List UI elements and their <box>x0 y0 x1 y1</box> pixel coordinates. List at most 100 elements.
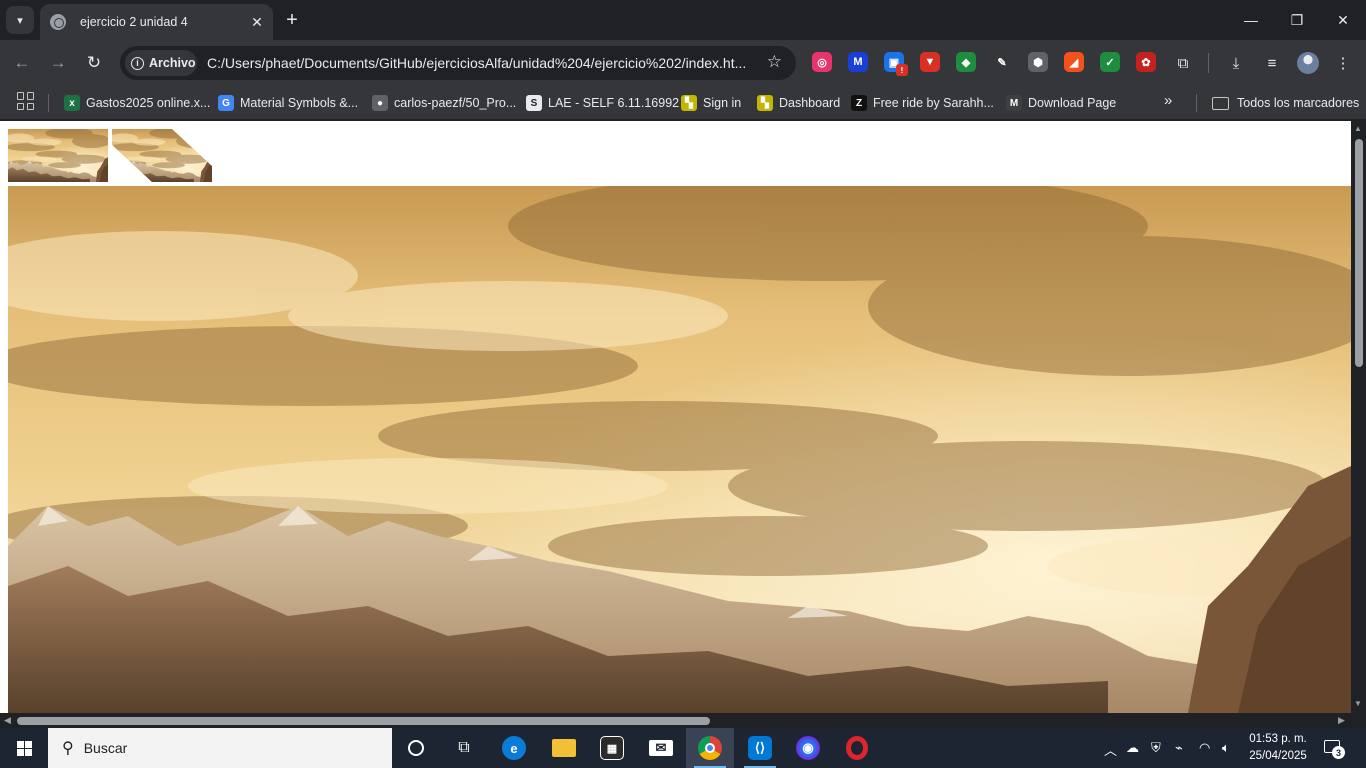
windows-taskbar: ⚲ Buscar ⧉ e ▦ ✉ ⟨⟩ ◉ ︿ ☁ ⛨ ⌁ ◠ 🔈︎ 01:53… <box>0 728 1366 768</box>
page-content <box>0 121 1351 713</box>
vertical-scrollbar[interactable]: ▲ ▼ <box>1351 121 1366 713</box>
extension-10-glyph: ✿ <box>1141 56 1151 69</box>
bookmark-download-page-favicon: M <box>1006 95 1022 111</box>
extension-8-icon[interactable]: ◢ <box>1064 52 1084 72</box>
extension-4-icon[interactable]: ▼ <box>920 52 940 72</box>
profile-avatar[interactable] <box>1297 52 1319 74</box>
opera-app[interactable] <box>833 728 881 768</box>
bookmark-dashboard-favicon: ▚ <box>757 95 773 111</box>
download-icon[interactable]: ⤓ <box>1224 51 1248 75</box>
chrome-icon <box>698 736 722 760</box>
extension-5-glyph: ◆ <box>961 56 971 69</box>
extensions-puzzle-icon[interactable]: ⧉ <box>1171 51 1195 75</box>
windows-logo-icon <box>16 740 32 756</box>
bookmarks-overflow-button[interactable]: » <box>1164 92 1172 109</box>
taskbar-search-placeholder: Buscar <box>83 740 128 756</box>
scroll-up-icon[interactable]: ▲ <box>1354 124 1362 133</box>
address-bar[interactable]: i Archivo C:/Users/phaet/Documents/GitHu… <box>120 46 796 80</box>
bookmark-github-favicon: ● <box>372 95 388 111</box>
wifi-icon[interactable]: ◠ <box>1199 740 1210 756</box>
menu-kebab-icon[interactable]: ⋮ <box>1331 51 1355 75</box>
extension-5-icon[interactable]: ◆ <box>956 52 976 72</box>
extension-2-glyph: M <box>853 56 863 68</box>
bookmark-github[interactable]: ● carlos-paezf/50_Pro... <box>372 93 516 113</box>
toolbar-divider <box>1208 53 1209 73</box>
site-info-chip[interactable]: i Archivo <box>125 50 197 76</box>
extension-9-icon[interactable]: ✓ <box>1100 52 1120 72</box>
extension-6-glyph: ✎ <box>997 56 1007 69</box>
edge-app[interactable]: e <box>490 728 538 768</box>
volume-icon[interactable]: 🔈︎ <box>1222 740 1230 756</box>
extension-2-icon[interactable]: M <box>848 52 868 72</box>
extension-10-icon[interactable]: ✿ <box>1136 52 1156 72</box>
mountain-sunset-image <box>8 186 1351 713</box>
taskbar-search-box[interactable]: ⚲ Buscar <box>48 728 392 768</box>
start-button[interactable] <box>0 728 48 768</box>
bookmark-material-symbols[interactable]: G Material Symbols &... <box>218 93 358 113</box>
globe-icon <box>50 14 66 30</box>
bookmark-sign-in[interactable]: ▚ Sign in <box>681 93 741 113</box>
battery-plug-icon[interactable]: ⌁ <box>1175 740 1183 756</box>
microsoft-store-app[interactable]: ▦ <box>588 728 636 768</box>
bookmark-label: LAE - SELF 6.11.16992 <box>548 96 680 110</box>
forward-button[interactable]: → <box>44 49 72 77</box>
new-tab-button[interactable]: + <box>280 8 304 32</box>
reload-icon: ↻ <box>86 53 102 72</box>
url-text[interactable]: C:/Users/phaet/Documents/GitHub/ejercici… <box>207 55 753 71</box>
apps-grid-icon[interactable] <box>17 92 35 110</box>
back-button[interactable]: ← <box>8 49 36 77</box>
extension-7-icon[interactable]: ⬢ <box>1028 52 1048 72</box>
bookmark-gastos-favicon: x <box>64 95 80 111</box>
all-bookmarks-folder[interactable]: Todos los marcadores <box>1212 93 1359 113</box>
scroll-down-icon[interactable]: ▼ <box>1354 699 1362 708</box>
bookmark-free-ride[interactable]: Z Free ride by Sarahh... <box>851 93 994 113</box>
bookmark-label: Dashboard <box>779 96 841 110</box>
restore-button[interactable]: ❐ <box>1274 0 1320 40</box>
close-window-button[interactable]: ✕ <box>1320 0 1366 40</box>
bookmark-label: carlos-paezf/50_Pro... <box>394 96 517 110</box>
scroll-right-icon[interactable]: ▶ <box>1338 715 1345 726</box>
reload-button[interactable]: ↻ <box>80 49 108 77</box>
bookmark-lae-favicon: S <box>526 95 542 111</box>
bookmark-dashboard[interactable]: ▚ Dashboard <box>757 93 840 113</box>
extension-1-icon[interactable]: ◎ <box>812 52 832 72</box>
bookmark-download-page[interactable]: M Download Page <box>1006 93 1116 113</box>
mail-envelope-icon: ✉ <box>649 740 673 756</box>
bookmark-star-icon[interactable]: ☆ <box>767 52 782 72</box>
notifications-button[interactable]: 3 <box>1320 736 1346 760</box>
file-explorer-app[interactable] <box>540 728 588 768</box>
extension-1-glyph: ◎ <box>817 56 827 69</box>
opera-icon <box>846 736 868 760</box>
close-tab-icon[interactable]: ✕ <box>247 12 267 32</box>
extension-3-icon[interactable]: ▣! <box>884 52 908 76</box>
security-alert-icon[interactable]: ⛨ <box>1151 740 1161 756</box>
folder-icon <box>1212 96 1229 110</box>
clock-time: 01:53 p. m. <box>1249 733 1307 745</box>
firefox-app[interactable]: ◉ <box>784 728 832 768</box>
bookmark-gastos[interactable]: x Gastos2025 online.x... <box>64 93 210 113</box>
tab-strip: ▾ ejercicio 2 unidad 4 ✕ + — ❐ ✕ <box>0 0 1366 40</box>
tab-search-button[interactable]: ▾ <box>6 6 34 34</box>
tab-title: ejercicio 2 unidad 4 <box>80 15 188 29</box>
vertical-scroll-thumb[interactable] <box>1355 139 1363 367</box>
bookmark-label: Free ride by Sarahh... <box>873 96 994 110</box>
horizontal-scrollbar[interactable]: ◀ ▶ <box>0 713 1366 728</box>
taskbar-clock[interactable]: 01:53 p. m. 25/04/2025 <box>1245 731 1311 765</box>
task-view-button[interactable]: ⧉ <box>440 728 488 768</box>
cortana-button[interactable] <box>392 728 440 768</box>
active-tab[interactable]: ejercicio 2 unidad 4 ✕ <box>40 4 273 40</box>
bookmark-lae[interactable]: S LAE - SELF 6.11.16992 <box>526 93 679 113</box>
scroll-left-icon[interactable]: ◀ <box>4 715 11 726</box>
extension-6-icon[interactable]: ✎ <box>992 52 1012 72</box>
chrome-app[interactable] <box>686 728 734 768</box>
onedrive-cloud-icon[interactable]: ☁ <box>1126 740 1139 756</box>
browser-toolbar: ← → ↻ i Archivo C:/Users/phaet/Documents… <box>0 40 1366 86</box>
mail-app[interactable]: ✉ <box>637 728 685 768</box>
horizontal-scroll-thumb[interactable] <box>17 717 710 725</box>
vscode-app[interactable]: ⟨⟩ <box>736 728 784 768</box>
bookmarks-bar: » Todos los marcadores x Gastos2025 onlin… <box>0 86 1366 120</box>
minimize-button[interactable]: — <box>1228 0 1274 40</box>
media-control-icon[interactable]: ≡ <box>1260 51 1284 75</box>
show-hidden-icons-chevron-icon[interactable]: ︿ <box>1104 740 1117 759</box>
info-icon: i <box>131 56 144 70</box>
